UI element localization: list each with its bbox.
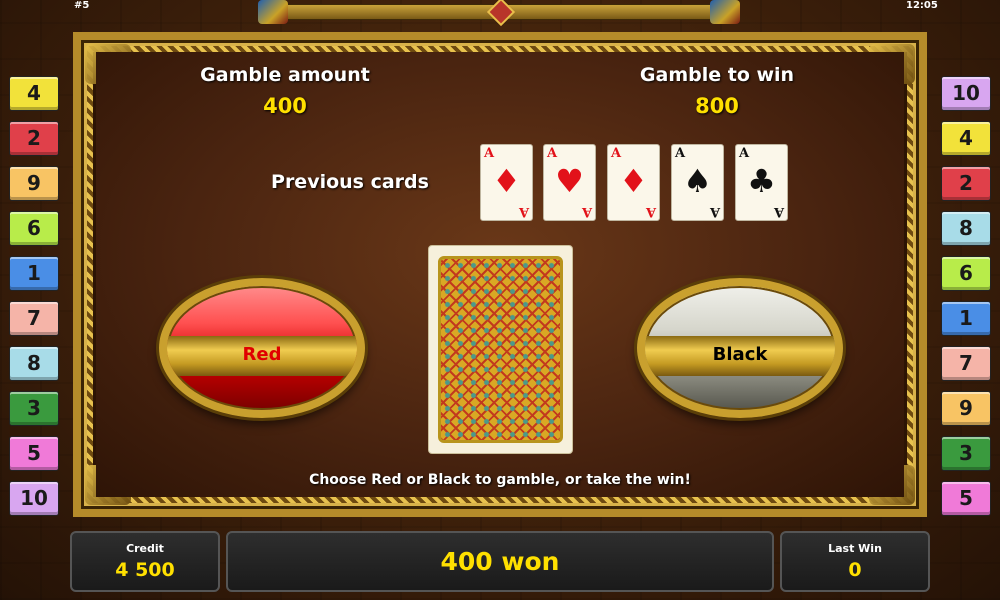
payline-indicator-8: 8: [941, 211, 991, 246]
scarab-wing-left-icon: [258, 0, 288, 24]
top-crest-ornament: [258, 0, 740, 27]
gamble-to-win-label: Gamble to win: [639, 64, 795, 86]
black-button-label: Black: [712, 344, 768, 365]
card-rank: A: [773, 204, 784, 219]
payline-indicator-7: 7: [9, 301, 59, 336]
diamonds-suit-icon: ♦: [492, 162, 521, 200]
game-number: #5: [74, 0, 90, 11]
payline-indicator-6: 6: [941, 256, 991, 291]
diamonds-suit-icon: ♦: [619, 162, 648, 200]
credit-box: Credit 4 500: [70, 531, 220, 592]
payline-indicator-5: 5: [941, 481, 991, 516]
card-rank: A: [709, 204, 720, 219]
previous-cards-label: Previous cards: [271, 171, 429, 193]
last-win-label: Last Win: [828, 542, 882, 555]
card-rank: A: [739, 146, 750, 161]
red-button-label: Red: [242, 344, 282, 365]
payline-indicator-5: 5: [9, 436, 59, 471]
payline-indicator-2: 2: [9, 121, 59, 156]
card-back-pattern: [438, 256, 563, 443]
payline-indicator-9: 9: [9, 166, 59, 201]
gamble-amount-label: Gamble amount: [200, 64, 370, 86]
gamble-to-win-value: 800: [695, 94, 739, 118]
last-win-box: Last Win 0: [780, 531, 930, 592]
previous-card-diamonds: A ♦ A: [607, 144, 660, 221]
clock: 12:05: [906, 0, 938, 11]
spades-suit-icon: ♠: [683, 162, 712, 200]
payline-indicator-8: 8: [9, 346, 59, 381]
last-win-value: 0: [848, 559, 862, 581]
payline-indicator-7: 7: [941, 346, 991, 381]
hearts-suit-icon: ♥: [555, 162, 584, 200]
payline-indicator-3: 3: [941, 436, 991, 471]
instruction-message: Choose Red or Black to gamble, or take t…: [309, 472, 691, 488]
card-rank: A: [547, 146, 558, 161]
previous-card-diamonds: A ♦ A: [480, 144, 533, 221]
win-status: 400 won: [440, 547, 560, 576]
status-box: 400 won: [226, 531, 774, 592]
card-rank: A: [581, 204, 592, 219]
card-rank: A: [675, 146, 686, 161]
payline-indicator-10: 10: [941, 76, 991, 111]
face-down-card: [428, 245, 573, 454]
payline-indicator-9: 9: [941, 391, 991, 426]
payline-indicator-10: 10: [9, 481, 59, 516]
card-rank: A: [645, 204, 656, 219]
payline-indicator-1: 1: [9, 256, 59, 291]
gamble-amount-value: 400: [263, 94, 307, 118]
payline-indicator-2: 2: [941, 166, 991, 201]
credit-value: 4 500: [115, 559, 175, 581]
payline-indicator-4: 4: [941, 121, 991, 156]
red-button[interactable]: Red: [159, 278, 365, 418]
card-rank: A: [518, 204, 529, 219]
payline-indicator-3: 3: [9, 391, 59, 426]
previous-card-spades: A ♠ A: [671, 144, 724, 221]
scarab-wing-right-icon: [710, 0, 740, 24]
card-rank: A: [484, 146, 495, 161]
previous-card-clubs: A ♣ A: [735, 144, 788, 221]
credit-label: Credit: [126, 542, 164, 555]
black-button[interactable]: Black: [637, 278, 843, 418]
clubs-suit-icon: ♣: [747, 162, 776, 200]
previous-card-hearts: A ♥ A: [543, 144, 596, 221]
payline-indicator-4: 4: [9, 76, 59, 111]
payline-indicator-1: 1: [941, 301, 991, 336]
payline-indicator-6: 6: [9, 211, 59, 246]
card-rank: A: [611, 146, 622, 161]
